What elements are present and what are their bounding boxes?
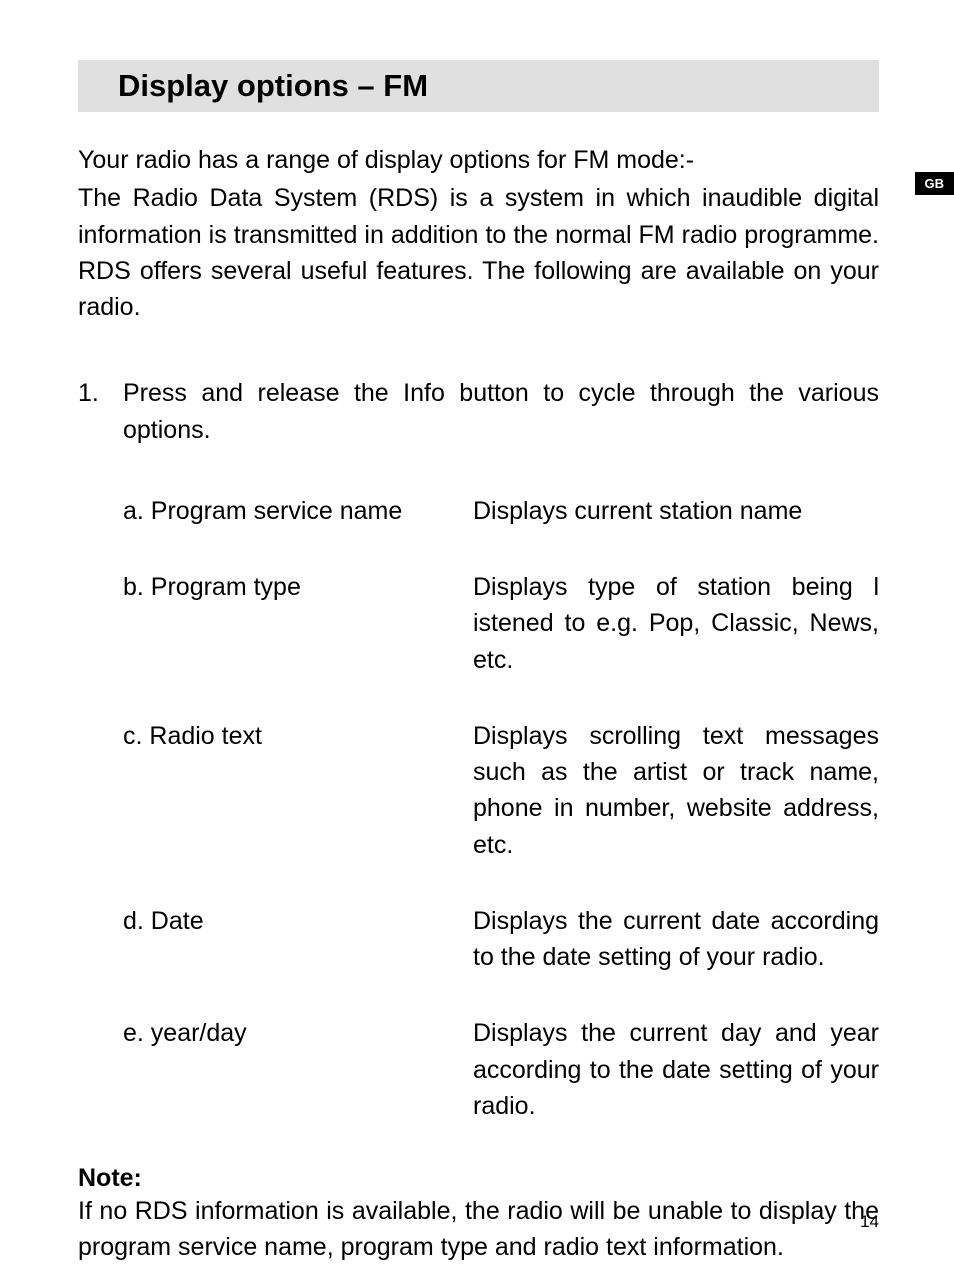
option-row: d. Date Displays the current date accord…: [123, 903, 879, 976]
intro-paragraph: The Radio Data System (RDS) is a system …: [78, 180, 879, 325]
page-heading: Display options – FM: [118, 68, 879, 104]
intro-line: Your radio has a range of display option…: [78, 142, 879, 178]
step-number: 1.: [78, 375, 123, 448]
step-text: Press and release the Info button to cyc…: [123, 375, 879, 448]
option-description: Displays current station name: [473, 493, 879, 529]
option-description: Displays scrolling text messages such as…: [473, 718, 879, 863]
option-description: Displays type of station being l istened…: [473, 569, 879, 678]
option-row: e. year/day Displays the current day and…: [123, 1015, 879, 1124]
option-label: e. year/day: [123, 1015, 473, 1124]
note-label: Note:: [78, 1164, 879, 1193]
option-row: b. Program type Displays type of station…: [123, 569, 879, 678]
option-row: a. Program service name Displays current…: [123, 493, 879, 529]
option-label: a. Program service name: [123, 493, 473, 529]
option-label: b. Program type: [123, 569, 473, 678]
option-description: Displays the current date according to t…: [473, 903, 879, 976]
option-description: Displays the current day and year accord…: [473, 1015, 879, 1124]
option-row: c. Radio text Displays scrolling text me…: [123, 718, 879, 863]
note-text: If no RDS information is available, the …: [78, 1193, 879, 1266]
language-tab: GB: [915, 172, 954, 195]
option-label: d. Date: [123, 903, 473, 976]
step-row: 1. Press and release the Info button to …: [78, 375, 879, 448]
heading-bar: Display options – FM: [78, 60, 879, 112]
option-label: c. Radio text: [123, 718, 473, 863]
page-number: 14: [860, 1212, 879, 1232]
